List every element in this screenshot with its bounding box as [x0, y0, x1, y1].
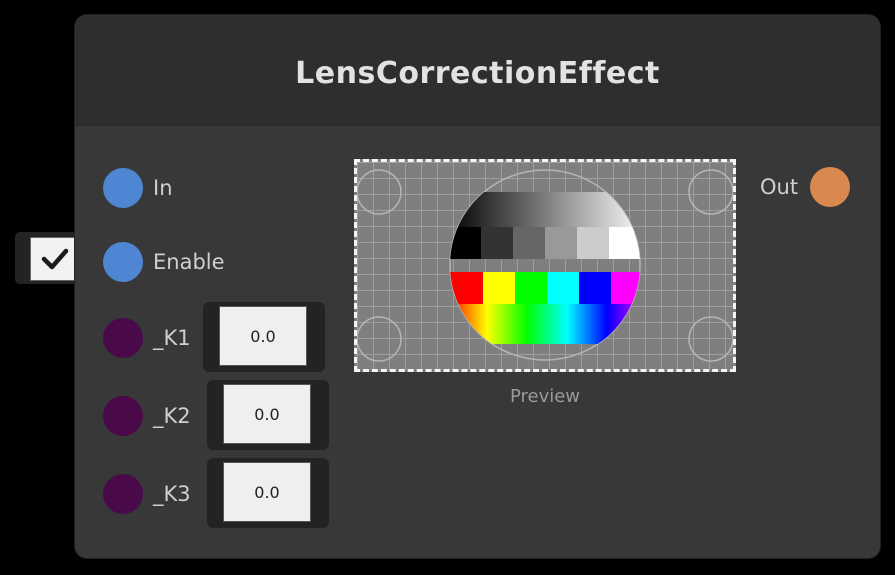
port-k3: _K3	[103, 474, 191, 514]
k3-field-container: 0.0	[207, 458, 329, 528]
port-in: In	[103, 168, 173, 208]
test-pattern-icon	[357, 162, 733, 369]
port-k1: _K1	[103, 318, 191, 358]
k1-field-container: 0.0	[203, 302, 325, 372]
k2-input[interactable]: 0.0	[223, 384, 311, 444]
port-out-connector[interactable]	[810, 167, 851, 207]
port-enable-connector[interactable]	[103, 242, 143, 282]
port-out-label: Out	[760, 175, 799, 199]
preview-label: Preview	[509, 386, 581, 407]
check-icon	[41, 248, 69, 270]
port-k2-label: _K2	[153, 404, 191, 428]
port-enable-label: Enable	[153, 250, 225, 274]
port-in-label: In	[153, 176, 173, 200]
port-k2-connector[interactable]	[103, 396, 143, 436]
preview-image	[354, 159, 736, 372]
k1-input[interactable]: 0.0	[219, 306, 307, 366]
port-in-connector[interactable]	[103, 168, 143, 208]
k2-field-container: 0.0	[207, 380, 329, 450]
port-enable: Enable	[103, 242, 225, 282]
port-k1-connector[interactable]	[103, 318, 143, 358]
port-k1-label: _K1	[153, 326, 191, 350]
port-out: Out	[760, 167, 851, 207]
k3-input[interactable]: 0.0	[223, 462, 311, 522]
node-title: LensCorrectionEffect	[295, 56, 660, 91]
enable-checkbox[interactable]	[30, 237, 80, 281]
port-k3-label: _K3	[153, 482, 191, 506]
port-k3-connector[interactable]	[103, 474, 143, 514]
port-k2: _K2	[103, 396, 191, 436]
